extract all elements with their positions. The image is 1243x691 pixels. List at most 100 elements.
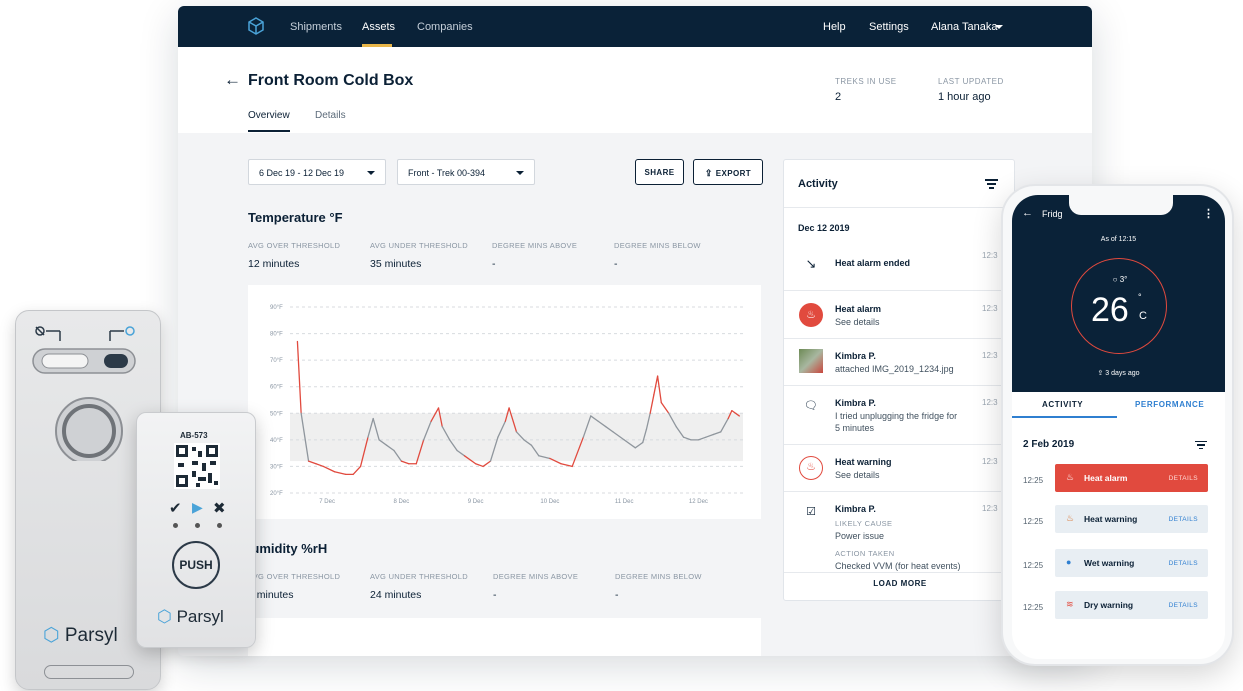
temperature-chart: 90°F 80°F 70°F 60°F 50°F 40°F 30°F 20°F 7 Dec 8 D… — [270, 305, 743, 505]
details-link[interactable]: DETAILS — [1169, 602, 1198, 609]
user-menu-caret-icon[interactable] — [995, 25, 1003, 29]
action-label: ACTION TAKEN — [835, 549, 895, 558]
alert-label: Heat alarm — [1084, 473, 1128, 483]
activity-time: 12:3 — [982, 457, 998, 466]
tab-performance[interactable]: PERFORMANCE — [1135, 400, 1204, 409]
led-indicator — [217, 523, 222, 528]
tab-active-indicator — [248, 130, 290, 132]
nav-assets[interactable]: Assets — [362, 21, 395, 33]
x-tick-label: 11 Dec — [615, 499, 634, 505]
activity-sub: I tried unplugging the fridge for — [835, 411, 958, 421]
details-link[interactable]: DETAILS — [1169, 516, 1198, 523]
led-indicator — [195, 523, 200, 528]
chevron-down-icon — [367, 171, 375, 175]
filter-icon[interactable] — [1195, 441, 1207, 451]
fire-icon: ♨ — [799, 303, 823, 327]
tab-activity[interactable]: ACTIVITY — [1042, 400, 1083, 409]
action-value: Checked VVM (for heat events) — [835, 561, 961, 571]
export-button[interactable]: ⇪ EXPORT — [693, 159, 763, 185]
trek-value: Front - Trek 00-394 — [408, 168, 486, 178]
details-link[interactable]: DETAILS — [1169, 475, 1198, 482]
hum-stat-value: 24 minutes — [370, 589, 422, 601]
activity-main: Kimbra P. — [835, 398, 876, 408]
trend-down-icon: ↘ — [805, 256, 817, 271]
temperature-gauge: ○ 3° 26 ° C — [1071, 258, 1167, 354]
activity-sub: attached IMG_2019_1234.jpg — [835, 364, 954, 374]
activity-main: Kimbra P. — [835, 351, 876, 361]
nav-settings[interactable]: Settings — [869, 21, 909, 33]
brand-logo: ⬡ Parsyl — [43, 624, 118, 647]
temp-stat-value: - — [614, 258, 618, 270]
flame-icon: ♨ — [799, 456, 823, 480]
sensor-tag-small: AB-573 ✔ ▶ ✖ PUSH ⬡ Parsyl — [136, 412, 256, 648]
alert-row-dry-warning[interactable]: ≋ Dry warning DETAILS — [1055, 591, 1208, 619]
last-updated-value: 3 days ago — [1105, 370, 1140, 377]
parsyl-cube-icon: ⬡ — [157, 607, 177, 626]
brand-name: Parsyl — [64, 625, 118, 646]
alert-label: Dry warning — [1084, 600, 1134, 610]
temperature-series-segment — [296, 340, 302, 414]
share-button[interactable]: SHARE — [635, 159, 684, 185]
heat-waves-icon: ≋ — [1066, 599, 1074, 609]
user-menu[interactable]: Alana Tanaka — [931, 21, 997, 33]
date-range-select[interactable]: 6 Dec 19 - 12 Dec 19 — [248, 159, 386, 185]
temperature-series-segment — [660, 402, 670, 414]
hum-stat-label: AVG UNDER THRESHOLD — [370, 572, 468, 581]
nav-companies[interactable]: Companies — [417, 21, 473, 33]
threshold-band — [290, 413, 743, 462]
temperature-series-segment — [322, 465, 336, 473]
alert-row-heat-alarm[interactable]: ♨ Heat alarm DETAILS — [1055, 464, 1208, 492]
page-title: Front Room Cold Box — [248, 72, 414, 89]
device-slot — [44, 665, 134, 679]
temp-stat-value: - — [492, 258, 496, 270]
x-tick-label: 9 Dec — [468, 499, 484, 505]
divider — [784, 572, 1014, 573]
temperature-series-segment — [400, 460, 410, 465]
temperature-series-segment — [333, 471, 347, 476]
x-tick-label: 10 Dec — [540, 499, 559, 505]
y-tick-label: 70°F — [270, 358, 283, 364]
activity-main: Heat warning — [835, 457, 892, 467]
nav-shipments[interactable]: Shipments — [290, 21, 342, 33]
activity-time: 12:3 — [982, 398, 998, 407]
alert-row-wet-warning[interactable]: ● Wet warning DETAILS — [1055, 549, 1208, 577]
alert-row-heat-warning[interactable]: ♨ Heat warning DETAILS — [1055, 505, 1208, 533]
divider — [784, 444, 1014, 445]
tab-details[interactable]: Details — [315, 110, 346, 121]
led-indicator — [173, 523, 178, 528]
y-tick-label: 50°F — [270, 411, 283, 417]
tab-overview[interactable]: Overview — [248, 110, 290, 121]
hum-stat-value: - — [493, 589, 497, 601]
back-arrow-icon[interactable]: ← — [224, 70, 241, 90]
photo-thumbnail[interactable] — [799, 349, 823, 373]
asset-header: ← Front Room Cold Box Overview Details T… — [178, 47, 1092, 133]
brand-name: Parsyl — [176, 607, 224, 626]
nav-help[interactable]: Help — [823, 21, 846, 33]
divider — [784, 207, 1014, 208]
parsyl-logo-icon[interactable] — [246, 16, 266, 36]
temp-value: 26 — [1091, 291, 1129, 329]
back-arrow-icon[interactable]: ← — [1022, 207, 1033, 219]
hum-stat-label: DEGREE MINS BELOW — [615, 572, 702, 581]
fire-icon: ♨ — [1066, 472, 1075, 482]
details-link[interactable]: DETAILS — [1169, 560, 1198, 567]
more-vertical-icon[interactable]: ⋮ — [1203, 207, 1214, 220]
phone-date: 2 Feb 2019 — [1023, 439, 1075, 450]
drop-icon: ● — [1066, 557, 1072, 567]
activity-time: 12:3 — [982, 251, 998, 260]
push-button[interactable]: PUSH — [172, 541, 220, 589]
trek-select[interactable]: Front - Trek 00-394 — [397, 159, 535, 185]
check-icon: ✔ — [169, 500, 182, 517]
hum-stat-value: - — [615, 589, 619, 601]
chevron-down-icon — [516, 171, 524, 175]
y-tick-label: 30°F — [270, 464, 283, 470]
temperature-chart-card: 90°F 80°F 70°F 60°F 50°F 40°F 30°F 20°F 7 Dec 8 D… — [248, 285, 761, 519]
temperature-title: Temperature °F — [248, 210, 343, 225]
filter-icon[interactable] — [985, 179, 998, 191]
load-more-button[interactable]: LOAD MORE — [784, 579, 1014, 588]
row-time: 12:25 — [1023, 517, 1044, 526]
brand-logo: ⬡ Parsyl — [157, 607, 224, 627]
temperature-series-segment — [656, 375, 662, 404]
alert-label: Heat warning — [1084, 514, 1138, 524]
checkbox-icon: ☑ — [806, 506, 816, 518]
